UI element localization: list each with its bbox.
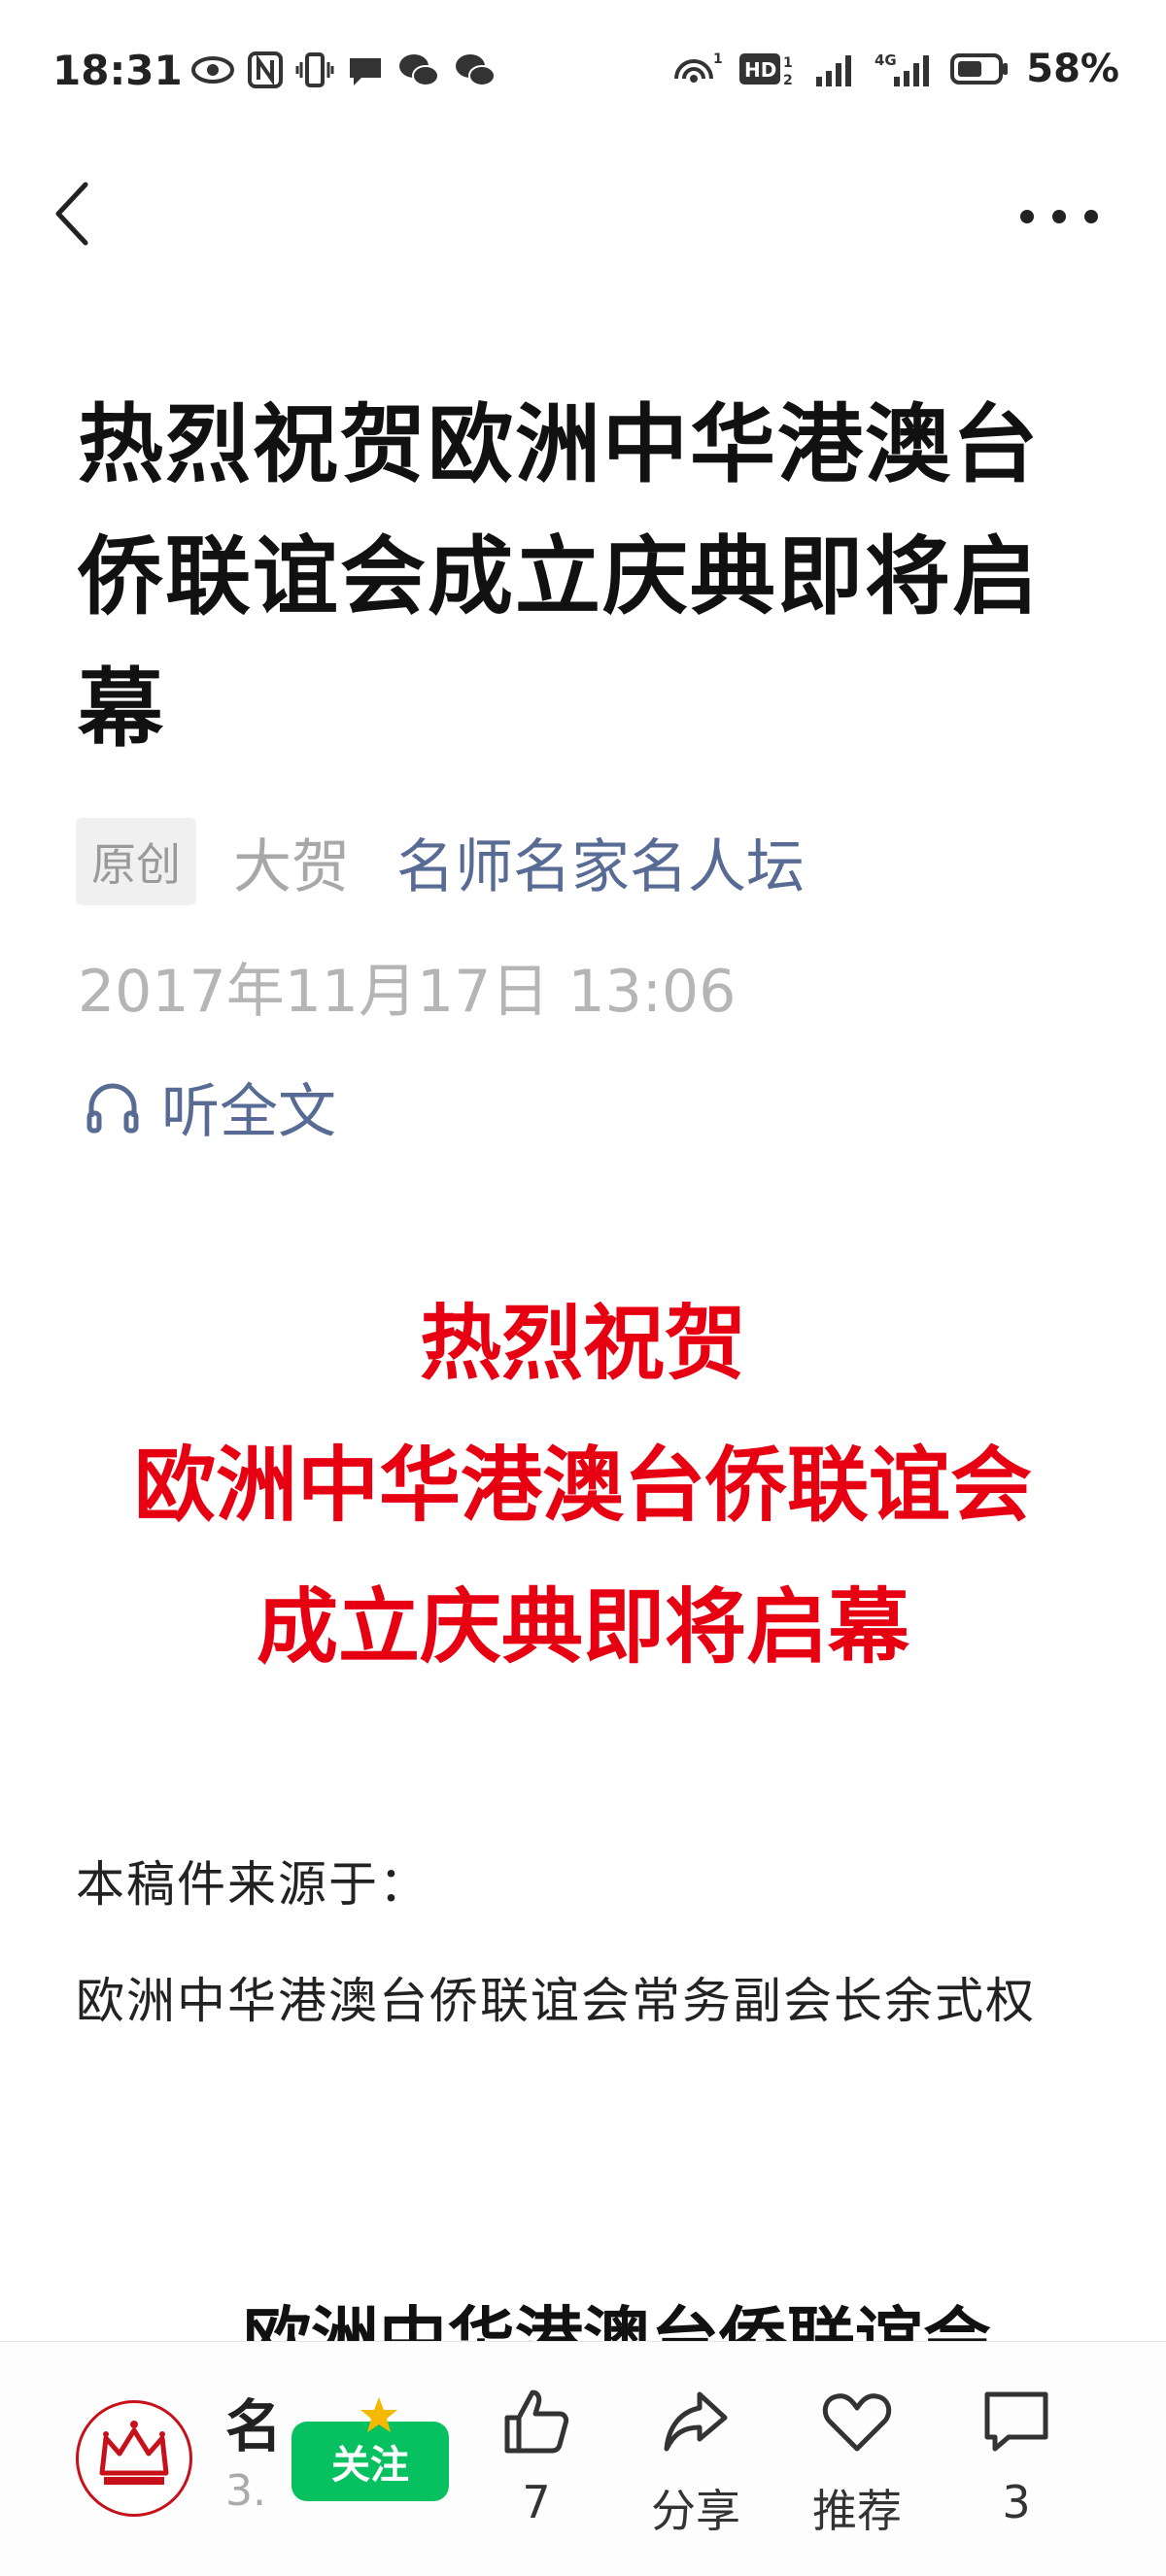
like-count: 7 — [522, 2476, 551, 2528]
comment-bubble-icon — [984, 2391, 1048, 2452]
comment-count: 3 — [1002, 2476, 1031, 2528]
listen-label: 听全文 — [161, 1078, 336, 1146]
battery-percent: 58% — [1026, 47, 1119, 91]
vibrate-icon — [295, 51, 334, 89]
status-icons-left — [190, 51, 497, 89]
signal-icon — [814, 50, 859, 88]
back-button[interactable] — [43, 175, 111, 253]
battery-icon — [950, 50, 1011, 88]
star-icon — [360, 2397, 397, 2432]
hotspot-icon: 1 — [669, 50, 723, 88]
hd-icon: HD 1 2 — [738, 50, 799, 88]
red-heading-line: 热烈祝贺 — [419, 1296, 746, 1391]
share-arrow-icon — [664, 2391, 728, 2452]
red-heading-line: 成立庆典即将启幕 — [256, 1579, 909, 1675]
publish-date: 2017年11月17日 13:06 — [78, 958, 737, 1026]
headphones-icon — [86, 1083, 139, 1133]
more-dot-icon — [1084, 210, 1098, 223]
more-dot-icon — [1020, 210, 1034, 223]
status-icons-right: 1 HD 1 2 4G 58% — [669, 47, 1119, 91]
crown-logo-icon — [84, 2408, 185, 2509]
bottom-bar: 名 3. 关注 7 分享 推荐 3 — [0, 2341, 1166, 2576]
comment-button[interactable]: 3 — [948, 2385, 1084, 2528]
author-name: 大贺 — [233, 832, 350, 901]
status-bar: 18:31 1 HD 1 2 4G 58% — [0, 0, 1166, 146]
svg-text:1: 1 — [783, 55, 793, 71]
red-heading-line: 欧洲中华港澳台侨联谊会 — [133, 1438, 1032, 1533]
message-icon — [346, 51, 385, 89]
heart-icon — [822, 2393, 892, 2452]
recommend-label: 推荐 — [812, 2485, 902, 2537]
signal-4g-icon: 4G — [874, 50, 935, 88]
source-label: 本稿件来源于： — [76, 1856, 429, 1913]
wechat-icon-2 — [453, 51, 497, 89]
wechat-icon — [396, 51, 441, 89]
chevron-left-icon — [55, 182, 88, 246]
article-title: 热烈祝贺欧洲中华港澳台侨联谊会成立庆典即将启幕 — [78, 394, 1041, 759]
svg-text:HD: HD — [744, 58, 776, 82]
account-avatar[interactable] — [76, 2400, 192, 2517]
more-options-button[interactable] — [1020, 192, 1098, 241]
source-text: 欧洲中华港澳台侨联谊会常务副会长余式权 — [76, 1973, 1036, 2029]
account-sub: 3. — [225, 2466, 266, 2516]
more-dot-icon — [1052, 210, 1066, 223]
account-name-link[interactable]: 名师名家名人坛 — [396, 820, 805, 904]
listen-full-text-button[interactable]: 听全文 — [82, 1065, 336, 1149]
account-name-short: 名 — [225, 2393, 283, 2459]
red-heading: 热烈祝贺 欧洲中华港澳台侨联谊会 成立庆典即将启幕 — [0, 1272, 1166, 1698]
svg-text:2: 2 — [783, 73, 793, 88]
svg-text:1: 1 — [713, 51, 723, 67]
article-body: 本稿件来源于： 欧洲中华港澳台侨联谊会常务副会长余式权 — [76, 1826, 1106, 2059]
status-time: 18:31 — [52, 47, 183, 94]
share-button[interactable]: 分享 — [628, 2385, 764, 2540]
share-label: 分享 — [651, 2485, 740, 2537]
svg-text:4G: 4G — [874, 51, 897, 69]
eye-icon — [190, 51, 235, 89]
original-badge: 原创 — [76, 818, 196, 905]
nfc-icon — [247, 51, 284, 89]
recommend-button[interactable]: 推荐 — [789, 2385, 925, 2540]
meta-row: 原创 大贺 名师名家名人坛 — [76, 818, 805, 905]
thumbs-up-icon — [504, 2390, 569, 2454]
like-button[interactable]: 7 — [468, 2385, 604, 2528]
